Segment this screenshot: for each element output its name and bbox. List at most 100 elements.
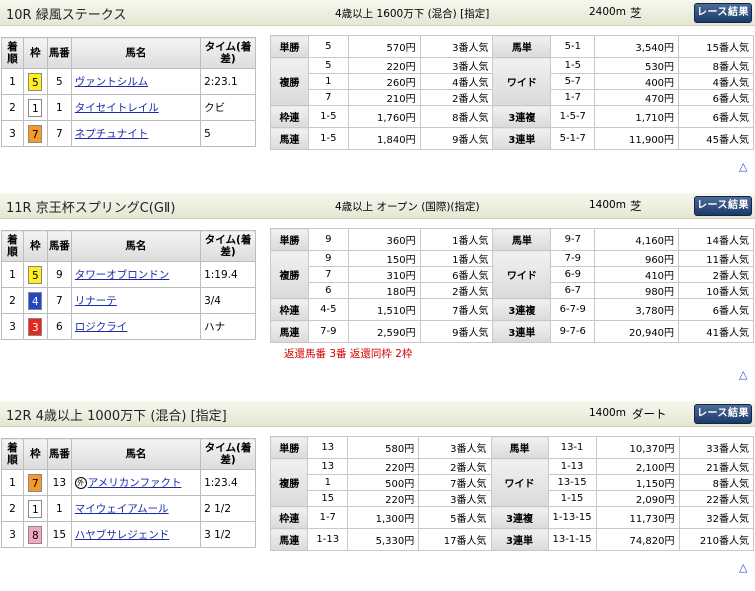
finish-time: クビ bbox=[200, 94, 256, 121]
horse-name-link[interactable]: リナーテ bbox=[75, 295, 117, 307]
bet-type-label: 複勝 bbox=[269, 458, 309, 507]
race-header: 11R 京王杯スプリングC(GⅡ) 4歳以上 オープン (国際)(指定) 1400m… bbox=[0, 193, 755, 219]
waku-badge: 4 bbox=[28, 291, 43, 310]
bet-type-label: 馬連 bbox=[269, 528, 309, 551]
horse-number: 13 bbox=[46, 469, 72, 496]
table-row: 1 5 5 ヴァントシルム 2:23.1 bbox=[1, 68, 256, 95]
payout-cell: 13 bbox=[307, 436, 349, 459]
results-col-header: 馬名 bbox=[70, 37, 202, 69]
bet-type-label: 3連複 bbox=[492, 298, 552, 321]
scroll-top-icon[interactable]: △ bbox=[739, 368, 747, 381]
payout-cell: 11,900円 bbox=[594, 127, 680, 150]
payout-cell: 4番人気 bbox=[419, 73, 494, 90]
payout-table: 単勝 13 580円 3番人気 馬単 13-1 10,370円 33番人気 複勝 13 220円 2番… bbox=[269, 436, 755, 551]
horse-number: 7 bbox=[46, 120, 72, 147]
payout-cell: 4-5 bbox=[307, 298, 349, 321]
results-header-row: 着順枠馬番 馬名 タイム(着差) bbox=[1, 230, 256, 262]
horse-name-link[interactable]: ヴァントシルム bbox=[75, 76, 148, 88]
horse-name-link[interactable]: アメリカンファクト bbox=[88, 477, 182, 489]
payout-cell: 1 bbox=[307, 73, 349, 90]
race-result-button[interactable]: レース結果 bbox=[694, 3, 752, 23]
payout-cell: 1番人気 bbox=[419, 250, 494, 267]
race-title: 10R 緑風ステークス bbox=[6, 8, 127, 23]
payout-cell: 5 bbox=[307, 35, 349, 58]
bet-type-label: 3連単 bbox=[492, 127, 552, 150]
table-row: 2 1 1 マイウェイアムール 2 1/2 bbox=[1, 495, 256, 522]
results-col-header: 着順 bbox=[1, 37, 24, 69]
payout-row: 馬連 7-9 2,590円 9番人気 3連単 9-7-6 20,940円 41番人気 bbox=[270, 320, 754, 343]
finish-rank: 2 bbox=[1, 94, 24, 121]
payout-row: 馬連 1-5 1,840円 9番人気 3連単 5-1-7 11,900円 45番人気 bbox=[270, 127, 754, 150]
horse-name-link[interactable]: タイセイトレイル bbox=[75, 102, 159, 114]
results-col-header: タイム(着差) bbox=[200, 37, 256, 69]
payout-cell: 150円 bbox=[347, 250, 421, 267]
waku-cell: 3 bbox=[22, 313, 48, 340]
foreign-mark-icon: 外 bbox=[74, 477, 87, 489]
finish-time: 1:19.4 bbox=[200, 261, 256, 288]
horse-name-link[interactable]: ネプチュナイト bbox=[75, 128, 149, 140]
results-col-header: 枠 bbox=[22, 438, 48, 470]
payout-cell: 11,730円 bbox=[595, 506, 680, 529]
race-header: 10R 緑風ステークス 4歳以上 1600万下 (混合) [指定] 2400m 芝 レー… bbox=[0, 0, 755, 26]
scroll-top-icon[interactable]: △ bbox=[739, 160, 747, 173]
horse-name-link[interactable]: マイウェイアムール bbox=[75, 503, 169, 515]
payout-cell: 1,150円 bbox=[595, 474, 680, 491]
payout-cell: 310円 bbox=[347, 266, 421, 283]
payout-row: 枠連 1-5 1,760円 8番人気 3連複 1-5-7 1,710円 6番人気 bbox=[270, 105, 754, 128]
finish-time: ハナ bbox=[200, 313, 256, 340]
payout-cell: 22番人気 bbox=[678, 490, 755, 507]
payout-cell: 2,100円 bbox=[595, 458, 680, 475]
bet-type-label: 3連単 bbox=[490, 528, 549, 551]
payout-cell: 20,940円 bbox=[594, 320, 680, 343]
bet-type-label: 馬単 bbox=[492, 35, 552, 58]
payout-cell: 11番人気 bbox=[678, 250, 754, 267]
payout-cell: 1,510円 bbox=[347, 298, 421, 321]
results-col-header: 馬番 bbox=[46, 438, 72, 470]
table-row: 3 8 15 ハヤブサレジェンド 3 1/2 bbox=[1, 521, 256, 548]
payout-cell: 6 bbox=[307, 282, 349, 299]
payout-cell: 220円 bbox=[347, 57, 421, 74]
payout-cell: 1-5 bbox=[550, 57, 596, 74]
waku-cell: 4 bbox=[22, 287, 48, 314]
payout-cell: 74,820円 bbox=[595, 528, 680, 551]
horse-name-cell: タイセイトレイル bbox=[70, 94, 202, 121]
payout-cell: 1-5 bbox=[307, 105, 349, 128]
bet-type-label: 馬連 bbox=[270, 320, 309, 343]
payout-cell: 6番人気 bbox=[678, 105, 754, 128]
waku-badge: 5 bbox=[28, 265, 43, 284]
horse-name-link[interactable]: ハヤブサレジェンド bbox=[75, 529, 170, 541]
payout-cell: 2番人気 bbox=[419, 89, 494, 106]
bet-type-label: 単勝 bbox=[270, 35, 309, 58]
payout-cell: 2番人気 bbox=[419, 282, 494, 299]
race-title: 12R 4歳以上 1000万下 (混合) [指定] bbox=[6, 409, 227, 424]
payout-cell: 10,370円 bbox=[595, 436, 680, 459]
horse-name-cell: 外アメリカンファクト bbox=[70, 469, 202, 496]
payout-row: 複勝 5 220円 3番人気 ワイド 1-5 530円 8番人気 bbox=[270, 57, 754, 106]
finish-rank: 1 bbox=[1, 68, 24, 95]
payout-cell: 1-13 bbox=[307, 528, 349, 551]
payout-cell: 470円 bbox=[594, 89, 680, 106]
payout-cell: 1,300円 bbox=[347, 506, 420, 529]
finish-rank: 2 bbox=[1, 495, 24, 522]
refund-notice: 返還馬番 3番 返還同枠 2枠 bbox=[284, 348, 413, 360]
scroll-top-icon[interactable]: △ bbox=[739, 561, 747, 574]
payout-cell: 580円 bbox=[347, 436, 420, 459]
payout-cell: 210番人気 bbox=[678, 528, 755, 551]
results-col-header: 馬番 bbox=[46, 230, 72, 262]
payout-table: 単勝 9 360円 1番人気 馬単 9-7 4,160円 14番人気 複勝 9 150円 1番人気 ワイ… bbox=[270, 228, 754, 343]
payout-cell: 7番人気 bbox=[419, 298, 494, 321]
waku-badge: 1 bbox=[28, 499, 43, 518]
finish-rank: 1 bbox=[1, 261, 24, 288]
results-col-header: 枠 bbox=[22, 37, 48, 69]
payout-cell: 6番人気 bbox=[678, 89, 754, 106]
results-col-header: タイム(着差) bbox=[200, 438, 256, 470]
results-col-header: 着順 bbox=[1, 230, 24, 262]
payout-cell: 570円 bbox=[347, 35, 421, 58]
payout-row: 単勝 13 580円 3番人気 馬単 13-1 10,370円 33番人気 bbox=[269, 436, 755, 459]
race-result-button[interactable]: レース結果 bbox=[694, 404, 752, 424]
horse-name-cell: ロジクライ bbox=[70, 313, 202, 340]
race-result-button[interactable]: レース結果 bbox=[694, 196, 752, 216]
horse-name-link[interactable]: ロジクライ bbox=[75, 321, 128, 333]
payout-cell: 15 bbox=[307, 490, 349, 507]
horse-name-link[interactable]: タワーオブロンドン bbox=[75, 269, 170, 281]
